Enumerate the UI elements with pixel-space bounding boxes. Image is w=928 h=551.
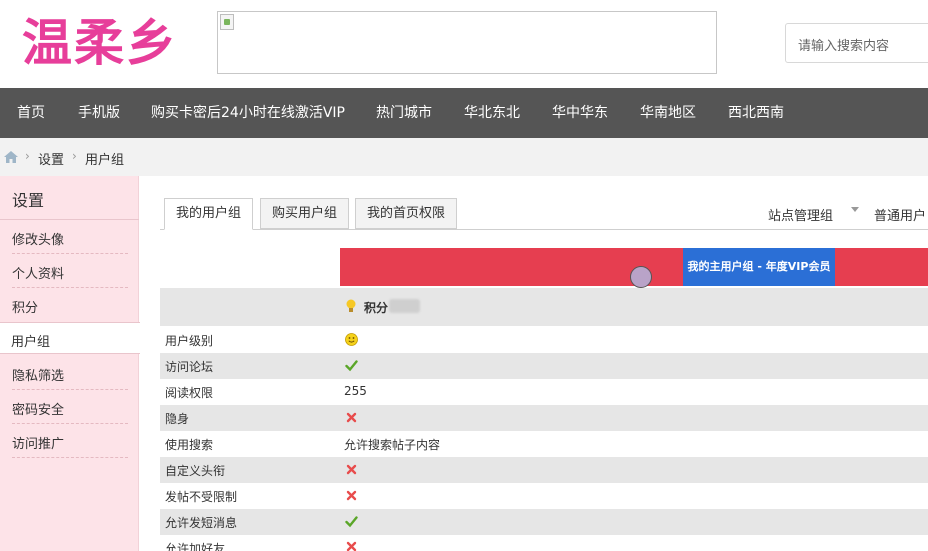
breadcrumb-settings[interactable]: 设置 <box>38 149 64 168</box>
breadcrumb <box>0 138 928 176</box>
score-value-redacted <box>389 299 420 313</box>
sidebar-title: 设置 <box>12 191 45 210</box>
header: 温柔乡 请输入搜索内容 <box>0 0 928 88</box>
table-row <box>160 405 928 431</box>
sidebar-item-credits[interactable]: 积分 <box>12 297 38 316</box>
row-label-use-search: 使用搜索 <box>165 438 214 452</box>
nav-item-mobile[interactable]: 手机版 <box>78 88 120 138</box>
nav-item-home[interactable]: 首页 <box>17 88 45 138</box>
table-row <box>160 379 928 405</box>
divider <box>12 457 128 458</box>
breadcrumb-separator: › <box>72 149 77 163</box>
smile-icon <box>345 333 358 346</box>
broken-image-icon <box>220 14 234 30</box>
cross-icon <box>346 412 357 423</box>
table-row <box>160 353 928 379</box>
main-usergroup-label: 我的主用户组 - 年度VIP会员 <box>683 248 835 286</box>
check-icon <box>345 360 358 372</box>
divider <box>12 287 128 288</box>
tab-buy-usergroup[interactable]: 购买用户组 <box>260 198 350 229</box>
tab-my-usergroup[interactable]: 我的用户组 <box>164 198 254 230</box>
lightbulb-icon <box>346 299 356 312</box>
site-logo[interactable]: 温柔乡 <box>22 8 197 78</box>
row-label-user-level: 用户级别 <box>165 334 214 348</box>
sidebar-item-usergroup[interactable]: 用户组 <box>11 331 50 350</box>
cursor-indicator <box>630 266 652 288</box>
check-icon <box>345 516 358 528</box>
table-row <box>160 431 928 457</box>
chevron-down-icon[interactable] <box>851 207 859 212</box>
row-label-post-unlimited: 发帖不受限制 <box>165 490 238 504</box>
table-row <box>160 509 928 535</box>
divider <box>12 389 128 390</box>
sidebar-item-password[interactable]: 密码安全 <box>12 399 64 418</box>
row-label-add-friend: 允许加好友 <box>165 542 226 551</box>
breadcrumb-separator: › <box>25 149 30 163</box>
sidebar-item-promotion[interactable]: 访问推广 <box>12 433 64 452</box>
search-input[interactable]: 请输入搜索内容 <box>785 23 928 63</box>
row-label-custom-title: 自定义头衔 <box>165 464 226 478</box>
row-label-read-permission: 阅读权限 <box>165 386 214 400</box>
sidebar-item-avatar[interactable]: 修改头像 <box>12 229 64 248</box>
tab-homepage-permissions[interactable]: 我的首页权限 <box>355 198 458 229</box>
row-value-use-search: 允许搜索帖子内容 <box>344 438 441 452</box>
logo-text: 温柔乡 <box>22 13 178 72</box>
row-value-read-permission: 255 <box>344 384 367 398</box>
cross-icon <box>346 541 357 551</box>
sidebar-item-profile[interactable]: 个人资料 <box>12 263 64 282</box>
divider <box>12 423 128 424</box>
nav-item-hot-cities[interactable]: 热门城市 <box>376 88 432 138</box>
row-label-invisible: 隐身 <box>165 412 190 426</box>
nav-item-central-east[interactable]: 华中华东 <box>552 88 608 138</box>
divider <box>12 253 128 254</box>
sidebar-item-privacy[interactable]: 隐私筛选 <box>12 365 64 384</box>
cross-icon <box>346 490 357 501</box>
nav-item-west[interactable]: 西北西南 <box>728 88 784 138</box>
row-label-send-message: 允许发短消息 <box>165 516 238 530</box>
banner-image[interactable] <box>217 11 717 74</box>
table-row <box>160 457 928 483</box>
home-icon[interactable] <box>4 151 18 163</box>
cross-icon <box>346 464 357 475</box>
tab-underline <box>160 229 928 230</box>
nav-item-buy-vip[interactable]: 购买卡密后24小时在线激活VIP <box>151 88 345 138</box>
score-label: 积分 <box>364 301 389 315</box>
breadcrumb-usergroup[interactable]: 用户组 <box>85 149 124 168</box>
score-row <box>160 288 928 326</box>
divider <box>0 219 139 220</box>
table-row <box>160 483 928 509</box>
row-label-visit-forum: 访问论坛 <box>165 360 214 374</box>
main-nav: 首页 手机版 购买卡密后24小时在线激活VIP 热门城市 华北东北 华中华东 华… <box>0 88 928 138</box>
normal-user-link[interactable]: 普通用户 <box>874 205 926 224</box>
search-placeholder: 请输入搜索内容 <box>798 39 890 54</box>
nav-item-north[interactable]: 华北东北 <box>464 88 520 138</box>
table-row <box>160 327 928 353</box>
table-row <box>160 535 928 551</box>
site-admin-group-link[interactable]: 站点管理组 <box>768 205 833 224</box>
nav-item-south[interactable]: 华南地区 <box>640 88 696 138</box>
